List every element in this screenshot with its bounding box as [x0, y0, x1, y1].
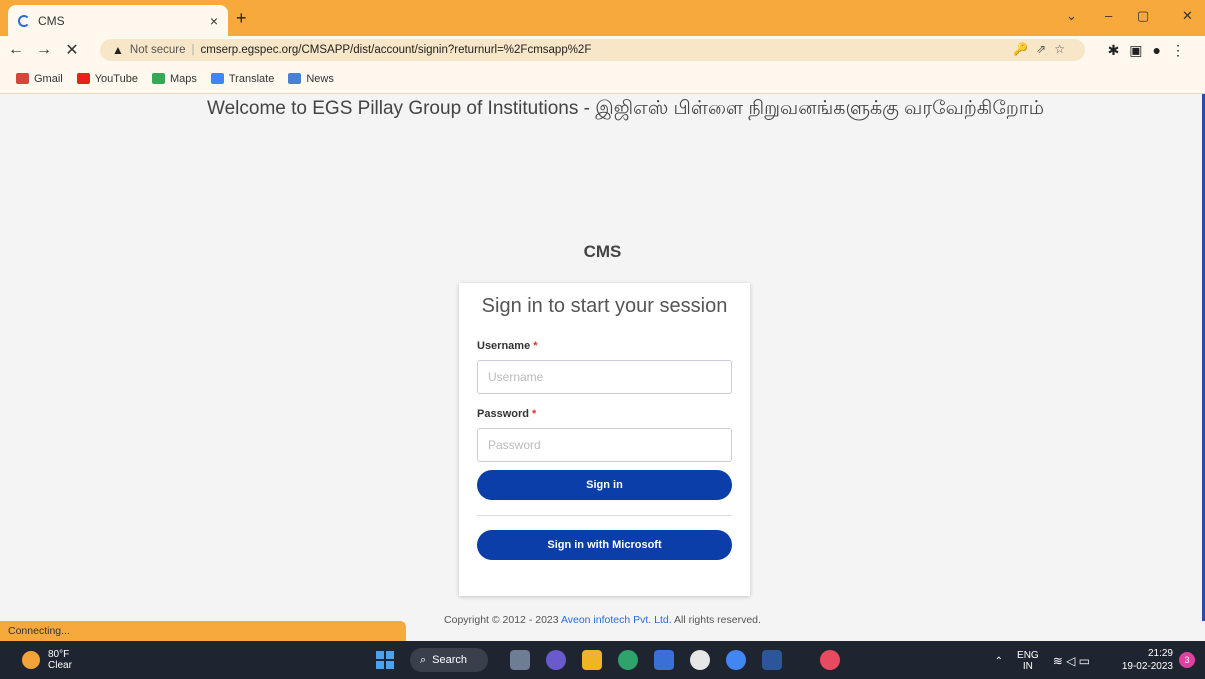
temperature: 80°F: [48, 649, 70, 660]
edge-icon[interactable]: [618, 650, 638, 670]
login-card: Sign in to start your session Username *…: [459, 283, 750, 596]
minimize-button[interactable]: –: [1105, 8, 1112, 23]
copyright-suffix: All rights reserved.: [671, 614, 761, 626]
bookmark-gmail[interactable]: Gmail: [16, 73, 63, 85]
task-view-icon[interactable]: [510, 650, 530, 670]
close-window-button[interactable]: ✕: [1182, 8, 1193, 24]
store-icon[interactable]: [654, 650, 674, 670]
taskbar: 80°F Clear ⌕ Search ⌃ ENG IN ≋ ◁ ▭ 21:29 19-…: [0, 641, 1205, 679]
restore-button[interactable]: ▢: [1137, 8, 1149, 24]
required-mark: *: [533, 340, 538, 352]
login-card-title: Sign in to start your session: [481, 295, 728, 317]
weather-widget[interactable]: 80°F Clear: [22, 649, 72, 671]
chrome-active-icon[interactable]: [820, 650, 840, 670]
tab-strip: CMS × + ⌄ – ▢ ✕: [0, 0, 1205, 36]
bookmark-news[interactable]: News: [288, 73, 334, 85]
company-link[interactable]: Aveon infotech Pvt. Ltd.: [561, 614, 672, 626]
forward-button[interactable]: →: [32, 41, 56, 59]
tab-close-icon[interactable]: ×: [210, 13, 218, 29]
system-tray[interactable]: ⌃ ENG IN ≋ ◁ ▭: [995, 650, 1090, 672]
bookmark-maps[interactable]: Maps: [151, 72, 197, 85]
lang-indicator[interactable]: ENG IN: [1017, 650, 1039, 672]
new-tab-button[interactable]: +: [236, 8, 247, 29]
file-explorer-icon[interactable]: [582, 650, 602, 670]
browser-tab[interactable]: CMS ×: [8, 5, 228, 36]
page-content: Welcome to EGS Pillay Group of Instituti…: [0, 94, 1205, 626]
start-icon[interactable]: [376, 651, 394, 669]
bookmark-label: Translate: [228, 72, 275, 85]
loading-spinner-icon: [18, 14, 30, 27]
region-code: IN: [1022, 661, 1033, 672]
teams-icon[interactable]: [546, 650, 566, 670]
translate-icon: [210, 73, 224, 84]
bookmarks-bar: Gmail YouTube Maps Translate News: [0, 64, 1205, 94]
search-icon: ⌕: [420, 653, 427, 666]
weather-text: 80°F Clear: [48, 649, 72, 671]
page-title: CMS: [583, 242, 622, 261]
required-mark: *: [532, 408, 537, 420]
password-label: Password *: [477, 408, 732, 420]
signin-button[interactable]: Sign in: [477, 470, 732, 500]
wifi-icon[interactable]: ≋ ◁ ▭: [1053, 654, 1090, 668]
username-label: Username *: [477, 340, 732, 352]
url-text[interactable]: cmserp.egspec.org/CMSAPP/dist/account/si…: [201, 44, 592, 56]
toolbar-extension-icons[interactable]: ✱▣●⋮: [1108, 42, 1195, 59]
username-label-text: Username: [477, 340, 531, 352]
tab-title: CMS: [38, 13, 65, 28]
chrome-icon[interactable]: [726, 650, 746, 670]
maps-icon: [151, 73, 165, 84]
browser-toolbar: ← → ✕ ▲ Not secure | cmserp.egspec.org/C…: [0, 36, 1205, 64]
gmail-icon: [16, 73, 29, 84]
lang-code: ENG: [1017, 650, 1039, 661]
youtube-icon: [76, 73, 90, 84]
bookmark-label: Maps: [169, 72, 197, 85]
form-divider: [477, 515, 732, 516]
bookmark-label: Gmail: [34, 72, 63, 85]
bookmark-label: YouTube: [94, 72, 138, 85]
bookmark-label: News: [306, 72, 334, 85]
bookmark-translate[interactable]: Translate: [210, 72, 275, 85]
warning-icon[interactable]: ▲: [112, 43, 124, 57]
url-separator: |: [191, 44, 195, 56]
chevron-up-icon[interactable]: ⌃: [995, 656, 1003, 667]
back-button[interactable]: ←: [4, 41, 28, 59]
welcome-banner: Welcome to EGS Pillay Group of Instituti…: [207, 98, 1044, 119]
password-input[interactable]: [477, 428, 732, 462]
signin-microsoft-button[interactable]: Sign in with Microsoft: [477, 530, 732, 560]
taskbar-search[interactable]: ⌕ Search: [410, 648, 488, 672]
bookmark-youtube[interactable]: YouTube: [76, 72, 138, 85]
tab-search-icon[interactable]: ⌄: [1066, 8, 1077, 24]
weather-condition: Clear: [48, 660, 72, 671]
not-secure-label[interactable]: Not secure: [130, 44, 186, 56]
username-input[interactable]: [477, 360, 732, 394]
word-icon[interactable]: [762, 650, 782, 670]
clock[interactable]: 21:29 19-02-2023: [1122, 647, 1173, 673]
search-label: Search: [432, 654, 468, 666]
weather-icon: [22, 651, 40, 669]
password-label-text: Password: [477, 408, 529, 420]
address-bar[interactable]: ▲ Not secure | cmserp.egspec.org/CMSAPP/…: [100, 39, 1085, 61]
status-bar: Connecting...: [0, 621, 406, 641]
copyright-prefix: Copyright © 2012 - 2023: [444, 614, 561, 626]
news-icon: [288, 73, 302, 84]
notification-badge[interactable]: 3: [1179, 652, 1195, 668]
app-icon[interactable]: [690, 650, 710, 670]
stop-button[interactable]: ✕: [60, 40, 84, 60]
time: 21:29: [1147, 648, 1173, 659]
date: 19-02-2023: [1121, 661, 1173, 672]
omnibox-icons[interactable]: 🔑⇗☆: [1013, 42, 1073, 56]
